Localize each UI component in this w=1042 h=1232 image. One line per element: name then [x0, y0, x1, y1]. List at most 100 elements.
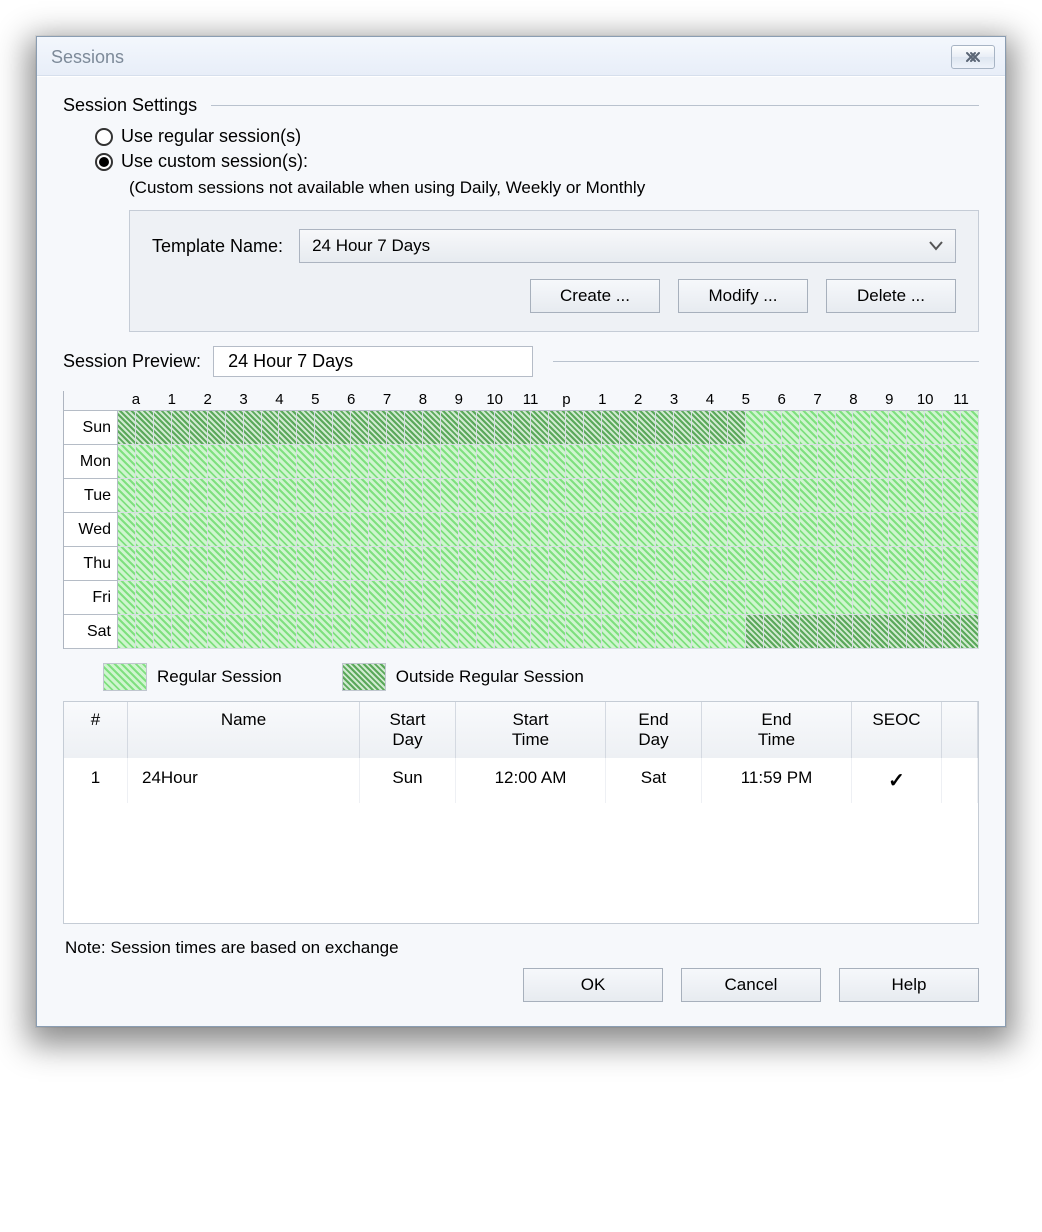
delete-button[interactable]: Delete ...: [826, 279, 956, 313]
timeline-cell: [459, 581, 477, 615]
sessions-dialog: Sessions Session Settings Use regular se…: [36, 36, 1006, 1027]
timeline-cell: [351, 445, 369, 479]
create-button[interactable]: Create ...: [530, 279, 660, 313]
timeline-cell: [333, 513, 351, 547]
timeline-cell: [961, 479, 979, 513]
timeline-cell: [925, 513, 943, 547]
timeline-cell: [584, 581, 602, 615]
timeline-cell: [531, 615, 549, 649]
table-row[interactable]: 124HourSun12:00 AMSat11:59 PM✓: [64, 758, 978, 803]
timeline-cell: [674, 445, 692, 479]
timeline-cell: [531, 581, 549, 615]
timeline-cell: [871, 615, 889, 649]
timeline-cell: [172, 615, 190, 649]
ok-button[interactable]: OK: [523, 968, 663, 1002]
col-header-start-day[interactable]: Start Day: [360, 702, 456, 758]
timeline-cell: [656, 547, 674, 581]
timeline-cell: [405, 445, 423, 479]
timeline-cell: [351, 547, 369, 581]
timeline-cell: [925, 547, 943, 581]
custom-sessions-hint: (Custom sessions not available when usin…: [129, 178, 979, 198]
timeline-cell: [226, 411, 244, 445]
timeline-cell: [495, 615, 513, 649]
timeline-cell: [387, 615, 405, 649]
modify-button[interactable]: Modify ...: [678, 279, 808, 313]
radio-custom-sessions[interactable]: Use custom session(s):: [95, 151, 979, 172]
timeline-cell: [871, 479, 889, 513]
timeline-cell: [423, 479, 441, 513]
hour-header: 11: [943, 391, 979, 410]
swatch-outside-icon: [342, 663, 386, 691]
timeline-cell: [262, 479, 280, 513]
timeline-cell: [351, 513, 369, 547]
timeline-cell: [495, 513, 513, 547]
col-header-end-day[interactable]: End Day: [606, 702, 702, 758]
timeline-cell: [925, 581, 943, 615]
timeline-cell: [369, 445, 387, 479]
timeline-cell: [154, 615, 172, 649]
timeline-cell: [656, 445, 674, 479]
timeline-cell: [907, 411, 925, 445]
col-header-name[interactable]: Name: [128, 702, 360, 758]
timeline-cell: [459, 513, 477, 547]
col-header-start-time[interactable]: Start Time: [456, 702, 606, 758]
timeline-cell: [297, 581, 315, 615]
hour-header: 6: [764, 391, 800, 410]
timeline-cell: [513, 581, 531, 615]
timeline-cell: [674, 411, 692, 445]
hour-header: 6: [333, 391, 369, 410]
timeline-cell: [818, 547, 836, 581]
timeline-cell: [172, 411, 190, 445]
timeline-cell: [190, 411, 208, 445]
timeline-cell: [333, 547, 351, 581]
col-header-seoc[interactable]: SEOC: [852, 702, 942, 758]
timeline-cell: [297, 513, 315, 547]
timeline-cell: [244, 411, 262, 445]
timeline-cell: [566, 615, 584, 649]
radio-regular-sessions[interactable]: Use regular session(s): [95, 126, 979, 147]
timeline-cell: [423, 615, 441, 649]
timeline-cell: [746, 445, 764, 479]
cancel-button[interactable]: Cancel: [681, 968, 821, 1002]
timeline-cell: [728, 615, 746, 649]
timeline-cell: [782, 479, 800, 513]
timeline-cell: [566, 479, 584, 513]
timeline-cell: [495, 479, 513, 513]
day-header: Wed: [64, 513, 118, 547]
timeline-cell: [674, 547, 692, 581]
col-header-number[interactable]: #: [64, 702, 128, 758]
timeline-cell: [208, 445, 226, 479]
timeline-cell: [369, 411, 387, 445]
timeline-cell: [728, 581, 746, 615]
timeline-cell: [477, 581, 495, 615]
timeline-cell: [315, 547, 333, 581]
timeline-cell: [315, 445, 333, 479]
col-header-end-time[interactable]: End Time: [702, 702, 852, 758]
timeline-cell: [226, 445, 244, 479]
timeline-cell: [853, 479, 871, 513]
timeline-cell: [136, 411, 154, 445]
timeline-cell: [566, 445, 584, 479]
timeline-cell: [836, 445, 854, 479]
timeline-cell: [549, 411, 567, 445]
timeline-cell: [279, 547, 297, 581]
timeline-cell: [297, 547, 315, 581]
timeline-cell: [602, 513, 620, 547]
timeline-cell: [549, 615, 567, 649]
timeline-cell: [656, 615, 674, 649]
day-header: Tue: [64, 479, 118, 513]
timeline-cell: [638, 479, 656, 513]
hour-header: 8: [836, 391, 872, 410]
timeline-cell: [154, 513, 172, 547]
cell-end-day: Sat: [606, 758, 702, 803]
timeline-cell: [602, 479, 620, 513]
template-name-select[interactable]: 24 Hour 7 Days: [299, 229, 956, 263]
check-icon: ✓: [888, 770, 905, 792]
timeline-cell: [961, 615, 979, 649]
help-button[interactable]: Help: [839, 968, 979, 1002]
timeline-cell: [315, 479, 333, 513]
timeline-cell: [531, 513, 549, 547]
close-button[interactable]: [951, 45, 995, 69]
timeline-cell: [818, 411, 836, 445]
timeline-cell: [405, 615, 423, 649]
